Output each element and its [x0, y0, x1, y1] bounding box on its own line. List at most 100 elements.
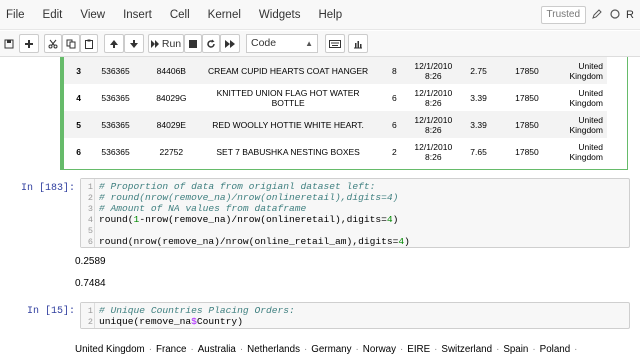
quantity-cell: 6 — [392, 92, 397, 103]
save-icon[interactable] — [2, 34, 16, 53]
invoice-cell: 536365 — [85, 57, 147, 84]
date-text: 12/1/2010 — [414, 87, 453, 98]
paste-button[interactable] — [80, 34, 98, 53]
move-up-button[interactable] — [104, 34, 124, 53]
chart-button[interactable] — [348, 34, 368, 53]
chevron-down-icon: ▲ — [305, 39, 313, 48]
stop-icon — [189, 39, 197, 48]
dataframe-output: 3 536365 84406B CREAM CUPID HEARTS COAT … — [64, 57, 614, 165]
line-number: 4 — [87, 215, 93, 225]
country-item: Norway — [362, 344, 397, 355]
time-text: 8:26 — [425, 151, 442, 162]
code-token: round(nrow(remove_na)/nrow(online_retail… — [99, 236, 399, 247]
toolbar: Run Code ▲ — [0, 31, 640, 57]
add-cell-button[interactable] — [19, 34, 39, 53]
menu-edit[interactable]: Edit — [43, 9, 63, 21]
code-token: ) — [392, 214, 399, 225]
menu-view[interactable]: View — [80, 9, 105, 21]
edit-pencil-icon[interactable] — [590, 8, 604, 22]
menu-kernel[interactable]: Kernel — [208, 9, 241, 21]
dataframe-table: 3 536365 84406B CREAM CUPID HEARTS COAT … — [64, 57, 607, 165]
cell-183-prompt: In [183]: — [20, 183, 75, 194]
country-text-1: United — [578, 87, 603, 98]
description-cell: RED WOOLLY HOTTIE WHITE HEART. — [196, 111, 380, 138]
date-cell: 12/1/2010 8:26 — [409, 84, 457, 111]
separator-dot: · — [400, 344, 404, 355]
line-number: 1 — [87, 182, 93, 192]
cut-icon — [48, 39, 58, 48]
price-cell: 3.39 — [470, 92, 487, 103]
menu-bar: File Edit View Insert Cell Kernel Widget… — [0, 0, 640, 30]
customer-cell: 17850 — [499, 111, 555, 138]
country-item: Netherlands — [247, 344, 300, 355]
menu-file[interactable]: File — [6, 9, 25, 21]
restart-icon — [207, 39, 215, 48]
cell-15-prompt: In [15]: — [26, 306, 75, 317]
stop-button[interactable] — [184, 34, 202, 53]
country-item: EIRE — [407, 344, 431, 355]
quantity-cell: 2 — [392, 146, 397, 157]
country-item: United Kingdom — [75, 344, 145, 355]
price-cell: 7.65 — [470, 146, 487, 157]
move-up-icon — [110, 39, 118, 48]
description-cell: SET 7 BABUSHKA NESTING BOXES — [216, 146, 360, 157]
menu-widgets[interactable]: Widgets — [259, 9, 301, 21]
menu-cell[interactable]: Cell — [170, 9, 190, 21]
date-text: 12/1/2010 — [414, 141, 453, 152]
country-text-2: Kingdom — [569, 151, 603, 162]
move-down-icon — [130, 39, 138, 48]
separator-dot: · — [496, 344, 500, 355]
cell-15-editor[interactable]: 1 2 # Unique Countries Placing Orders: u… — [80, 302, 630, 329]
kernel-name: R — [626, 9, 634, 21]
date-cell: 12/1/2010 8:26 — [409, 138, 457, 165]
separator-dot: · — [574, 344, 578, 355]
fast-forward-button[interactable] — [220, 34, 240, 53]
country-item: Germany — [311, 344, 352, 355]
cell-183-editor[interactable]: 1 2 3 4 5 6 # Proportion of data from or… — [80, 178, 630, 248]
stock-code-cell: 84029G — [156, 92, 187, 103]
time-text: 8:26 — [425, 70, 442, 81]
row-index: 6 — [76, 146, 82, 157]
table-row: 4 536365 84029G KNITTED UNION FLAG HOT W… — [64, 84, 607, 111]
separator-dot: · — [434, 344, 438, 355]
line-number: 5 — [87, 226, 93, 236]
separator-dot: · — [355, 344, 359, 355]
command-palette-button[interactable] — [325, 34, 345, 53]
country-item: Poland — [539, 344, 571, 355]
cell-183-output-2: 0.7484 — [75, 278, 106, 289]
code-token: round( — [99, 214, 134, 225]
trusted-badge[interactable]: Trusted — [540, 6, 587, 24]
country-text-2: Kingdom — [569, 124, 603, 135]
price-cell: 3.39 — [457, 111, 500, 138]
date-cell: 12/1/2010 8:26 — [409, 57, 458, 84]
row-index: 3 — [64, 57, 86, 84]
move-down-button[interactable] — [124, 34, 144, 53]
country-text-1: United — [578, 60, 603, 71]
cell-183-output-1: 0.2589 — [75, 256, 106, 267]
country-item: France — [155, 344, 187, 355]
cell-type-select[interactable]: Code ▲ — [246, 34, 318, 53]
time-text: 8:26 — [425, 124, 442, 135]
customer-cell: 17850 — [515, 92, 539, 103]
menu-insert[interactable]: Insert — [123, 9, 152, 21]
restart-button[interactable] — [202, 34, 220, 53]
line-number: 2 — [87, 193, 93, 203]
country-cell: United Kingdom — [554, 84, 607, 111]
copy-button[interactable] — [62, 34, 80, 53]
chart-icon — [354, 40, 362, 48]
country-text-1: United — [578, 141, 603, 152]
customer-cell: 17850 — [499, 57, 555, 84]
description-cell: CREAM CUPID HEARTS COAT HANGER — [196, 57, 380, 84]
run-button[interactable]: Run — [148, 34, 184, 53]
countries-output: United Kingdom · France · Australia · Nethe… — [75, 344, 581, 355]
line-number: 2 — [87, 317, 93, 327]
paste-icon — [85, 39, 93, 49]
country-cell: United Kingdom — [554, 57, 607, 84]
menu-help[interactable]: Help — [318, 9, 342, 21]
cut-button[interactable] — [44, 34, 62, 53]
code-line-1: # Proportion of data from origianl datas… — [99, 181, 376, 192]
price-cell: 2.75 — [457, 57, 500, 84]
code-line-3: # Amount of NA values from dataframe — [99, 203, 307, 214]
country-cell: United Kingdom — [554, 138, 607, 165]
table-row: 5 536365 84029E RED WOOLLY HOTTIE WHITE … — [64, 111, 607, 138]
